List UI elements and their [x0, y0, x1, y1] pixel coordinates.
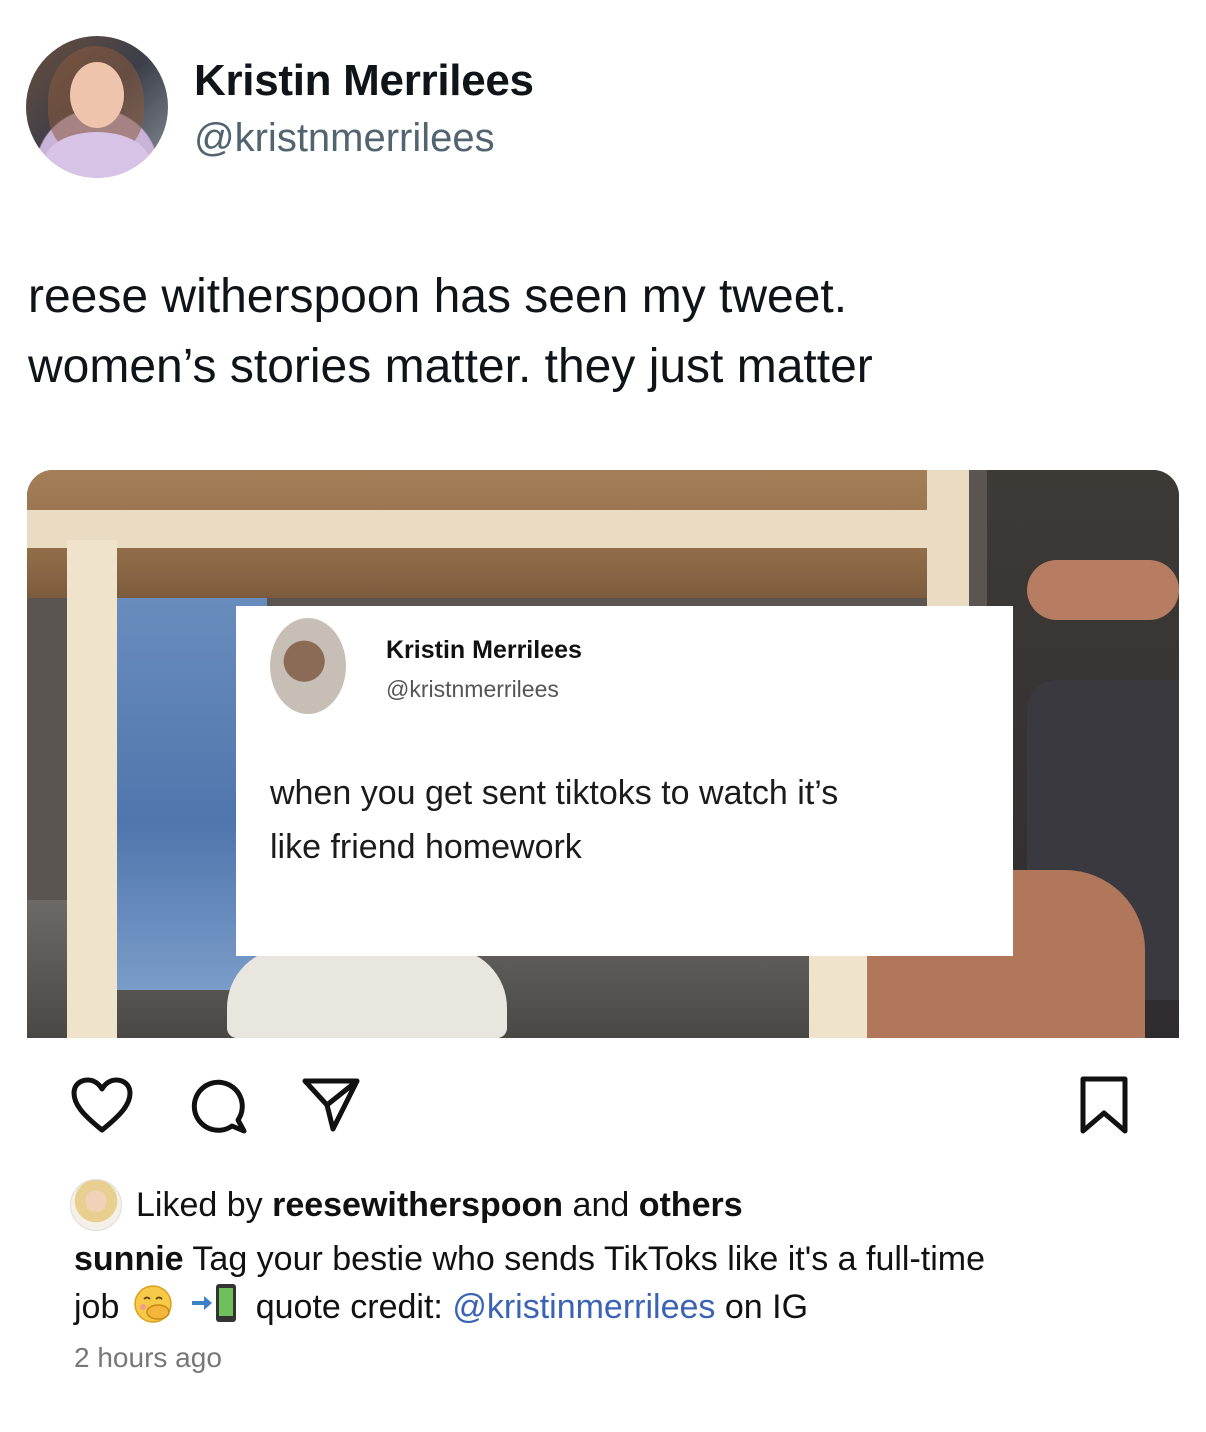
liked-by-others[interactable]: others [639, 1186, 743, 1225]
save-button[interactable] [1074, 1072, 1134, 1138]
comment-button[interactable] [184, 1072, 254, 1138]
tweet-text-line: women’s stories matter. they just matter [28, 340, 873, 393]
liker-avatar [70, 1179, 122, 1231]
quoted-handle: @kristnmerrilees [386, 676, 559, 702]
caption-text: Tag your bestie who sends TikToks like i… [192, 1240, 986, 1278]
tweet-header: Kristin Merrilees @kristnmerrilees [26, 36, 726, 186]
quoted-text-line: when you get sent tiktoks to watch it’s [270, 774, 839, 812]
tweet-text-line: reese witherspoon has seen my tweet. [28, 270, 848, 323]
display-name[interactable]: Kristin Merrilees [194, 56, 534, 106]
photo-table-edge [27, 510, 927, 548]
quoted-avatar [270, 618, 346, 714]
share-button[interactable] [296, 1072, 366, 1138]
caption-author[interactable]: sunnie [74, 1240, 184, 1278]
photo-table-leg [67, 540, 117, 1038]
post-timestamp: 2 hours ago [74, 1342, 222, 1373]
send-icon [302, 1078, 360, 1132]
caption-text: on IG [724, 1288, 809, 1326]
liked-by-prefix: Liked by [136, 1185, 263, 1224]
profile-avatar[interactable] [26, 36, 168, 178]
photo-hand [1027, 560, 1179, 620]
like-button[interactable] [64, 1072, 140, 1138]
caption-text: quote credit: [255, 1288, 443, 1326]
user-handle[interactable]: @kristnmerrilees [194, 116, 495, 161]
bookmark-icon [1080, 1076, 1128, 1134]
quoted-display-name: Kristin Merrilees [386, 636, 582, 664]
tweet-text: reese witherspoon has seen my tweet. wom… [28, 262, 873, 402]
liked-by-user[interactable]: reesewitherspoon [272, 1186, 563, 1225]
liked-by[interactable]: Liked by reesewitherspoon and others [70, 1178, 743, 1232]
quoted-text-line: like friend homework [270, 828, 582, 866]
tweet-media-image[interactable]: Kristin Merrilees @kristnmerrilees when … [27, 470, 1179, 1038]
quoted-tweet-card: Kristin Merrilees @kristnmerrilees when … [236, 606, 1013, 956]
arrow-into-phone-icon [190, 1282, 242, 1336]
post-action-bar [64, 1072, 1144, 1142]
post-caption: sunnie Tag your bestie who sends TikToks… [74, 1236, 1164, 1336]
caption-text: job [74, 1288, 120, 1326]
caption-mention-link[interactable]: @kristinmerrilees [452, 1288, 715, 1326]
quoted-text: when you get sent tiktoks to watch it’s … [270, 766, 838, 874]
photo-shoe [227, 948, 507, 1038]
liked-by-middle: and [572, 1185, 630, 1224]
face-with-hand-over-mouth-icon [133, 1284, 173, 1336]
heart-icon [71, 1077, 133, 1133]
photo-table-leg [927, 470, 969, 610]
comment-icon [191, 1079, 247, 1134]
